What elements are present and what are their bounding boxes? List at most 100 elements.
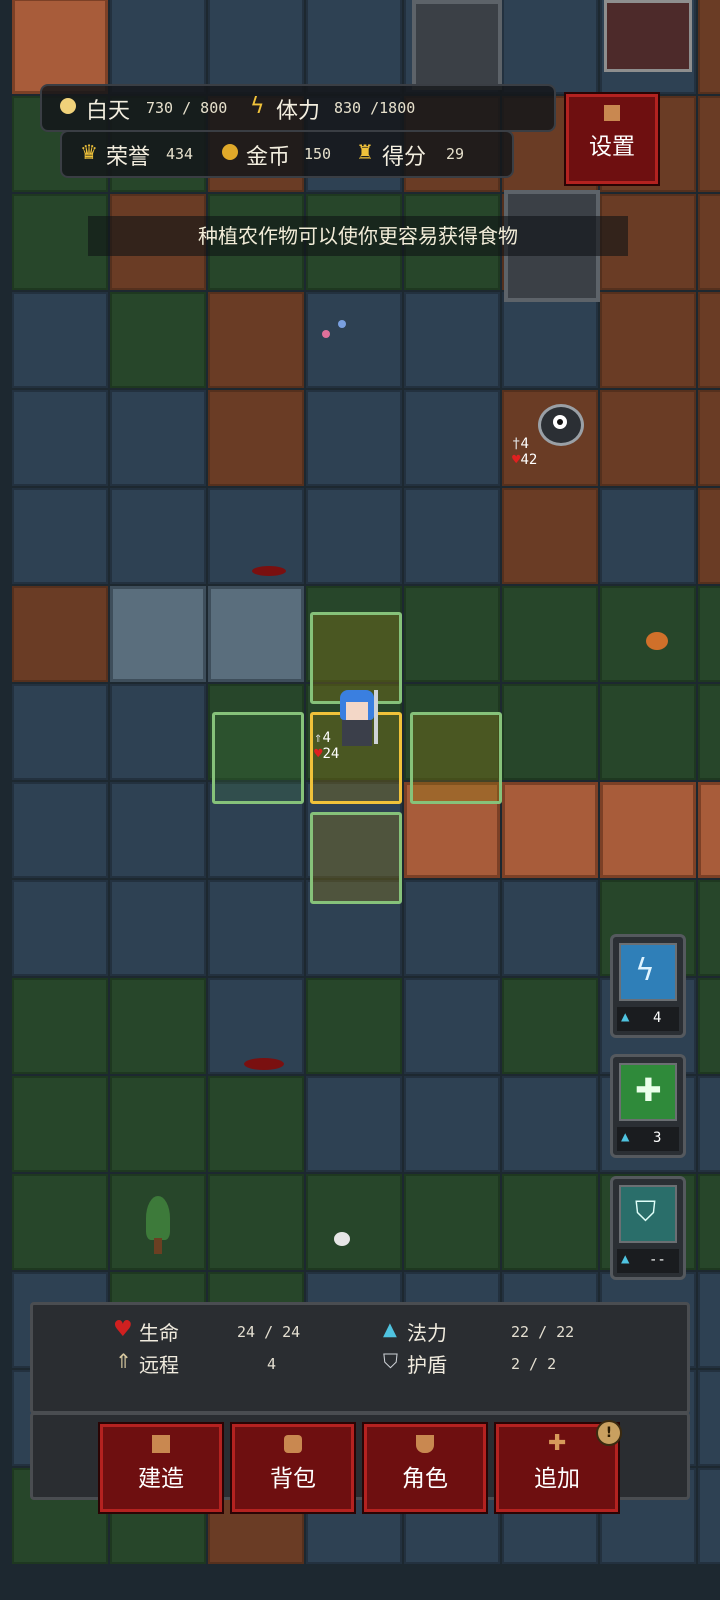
map-tile[interactable] xyxy=(110,1076,206,1172)
map-tile[interactable] xyxy=(12,782,108,878)
gold-label: 金币 xyxy=(246,145,291,170)
map-tile[interactable] xyxy=(12,880,108,976)
mana-flask-icon: ▲ xyxy=(621,1251,630,1267)
map-tile[interactable] xyxy=(698,978,720,1074)
bag-icon xyxy=(284,1435,302,1453)
map-tile[interactable] xyxy=(404,978,500,1074)
build-button[interactable]: 建造 xyxy=(98,1422,224,1514)
character-button[interactable]: 角色 xyxy=(362,1422,488,1514)
map-tile[interactable] xyxy=(600,782,696,878)
map-tile[interactable] xyxy=(12,390,108,486)
map-tile[interactable] xyxy=(698,1174,720,1270)
map-tile[interactable] xyxy=(12,0,108,94)
map-tile[interactable] xyxy=(698,0,720,94)
skill-slot-shield[interactable]: ⛉ ▲ -- xyxy=(610,1176,686,1280)
map-tile[interactable] xyxy=(12,292,108,388)
skill-slot-holy-cross[interactable]: ✚ ▲ 3 xyxy=(610,1054,686,1158)
map-tile[interactable] xyxy=(698,1272,720,1368)
move-target-tile[interactable] xyxy=(212,712,304,804)
map-tile[interactable] xyxy=(698,292,720,388)
map-tile[interactable] xyxy=(404,1076,500,1172)
map-tile[interactable] xyxy=(306,0,402,94)
map-tile[interactable] xyxy=(12,1174,108,1270)
map-tile[interactable] xyxy=(404,880,500,976)
map-tile[interactable] xyxy=(110,782,206,878)
map-tile[interactable] xyxy=(110,390,206,486)
map-tile[interactable] xyxy=(502,292,598,388)
map-tile[interactable] xyxy=(600,390,696,486)
map-tile[interactable] xyxy=(12,1076,108,1172)
map-tile[interactable] xyxy=(306,1076,402,1172)
map-tile[interactable] xyxy=(404,292,500,388)
map-tile[interactable] xyxy=(208,1174,304,1270)
stats-panel: ♥ 生命 24 / 24 ▲ 法力 22 / 22 ⇑ 远程 4 ⛉ 护盾 2 … xyxy=(30,1302,690,1414)
flowers-icon xyxy=(322,320,352,344)
map-tile[interactable] xyxy=(110,586,206,682)
map-tile[interactable] xyxy=(698,880,720,976)
move-target-tile[interactable] xyxy=(410,712,502,804)
map-tile[interactable] xyxy=(698,390,720,486)
map-tile[interactable] xyxy=(502,978,598,1074)
map-tile[interactable] xyxy=(698,194,720,290)
map-tile[interactable] xyxy=(698,1370,720,1466)
map-tile[interactable] xyxy=(502,586,598,682)
map-tile[interactable] xyxy=(502,782,598,878)
map-tile[interactable] xyxy=(306,292,402,388)
map-tile[interactable] xyxy=(12,488,108,584)
map-tile[interactable] xyxy=(698,782,720,878)
map-tile[interactable] xyxy=(306,390,402,486)
mana-flask-icon: ▲ xyxy=(383,1319,397,1340)
map-tile[interactable] xyxy=(110,978,206,1074)
map-tile[interactable] xyxy=(208,390,304,486)
map-tile[interactable] xyxy=(600,488,696,584)
map-tile[interactable] xyxy=(208,1076,304,1172)
map-tile[interactable] xyxy=(502,0,598,94)
gold-value: 150 xyxy=(304,145,332,163)
map-tile[interactable] xyxy=(110,0,206,94)
map-tile[interactable] xyxy=(404,586,500,682)
map-tile[interactable] xyxy=(110,488,206,584)
settings-button[interactable]: 设置 xyxy=(564,92,660,186)
map-tile[interactable] xyxy=(404,488,500,584)
map-tile[interactable] xyxy=(698,1076,720,1172)
map-tile[interactable] xyxy=(110,292,206,388)
player-character[interactable]: ⇑4 ♥24 xyxy=(314,686,404,778)
move-target-tile[interactable] xyxy=(310,812,402,904)
skill-slot-lightning[interactable]: ϟ ▲ 4 xyxy=(610,934,686,1038)
map-tile[interactable] xyxy=(208,0,304,94)
map-tile[interactable] xyxy=(208,292,304,388)
map-tile[interactable] xyxy=(600,684,696,780)
map-tile[interactable] xyxy=(502,488,598,584)
map-tile[interactable] xyxy=(600,292,696,388)
map-tile[interactable] xyxy=(698,1468,720,1564)
map-tile[interactable] xyxy=(698,96,720,192)
map-tile[interactable] xyxy=(208,586,304,682)
enemy-unit[interactable]: †4 ♥42 xyxy=(512,400,602,480)
map-tile[interactable] xyxy=(306,1174,402,1270)
mana-flask-icon: ▲ xyxy=(621,1129,630,1145)
map-tile[interactable] xyxy=(698,684,720,780)
map-tile[interactable] xyxy=(698,488,720,584)
character-label: 角色 xyxy=(402,1466,448,1492)
map-tile[interactable] xyxy=(502,880,598,976)
map-tile[interactable] xyxy=(502,684,598,780)
bag-button[interactable]: 背包 xyxy=(230,1422,356,1514)
pumpkin-icon[interactable] xyxy=(646,632,668,650)
map-tile[interactable] xyxy=(110,880,206,976)
map-tile[interactable] xyxy=(306,488,402,584)
player-attack: 4 xyxy=(322,730,331,746)
map-tile[interactable] xyxy=(12,586,108,682)
map-tile[interactable] xyxy=(12,684,108,780)
map-tile[interactable] xyxy=(306,978,402,1074)
map-tile[interactable] xyxy=(110,684,206,780)
map-tile[interactable] xyxy=(404,390,500,486)
map-tile[interactable] xyxy=(698,586,720,682)
map-tile[interactable] xyxy=(12,978,108,1074)
shield-icon: ⛉ xyxy=(383,1349,398,1373)
map-tile[interactable] xyxy=(404,1174,500,1270)
trophy-icon: ♜ xyxy=(356,140,374,164)
enemy-hp: 42 xyxy=(520,452,538,468)
map-tile[interactable] xyxy=(502,1076,598,1172)
map-tile[interactable] xyxy=(502,1174,598,1270)
map-tile[interactable] xyxy=(208,880,304,976)
